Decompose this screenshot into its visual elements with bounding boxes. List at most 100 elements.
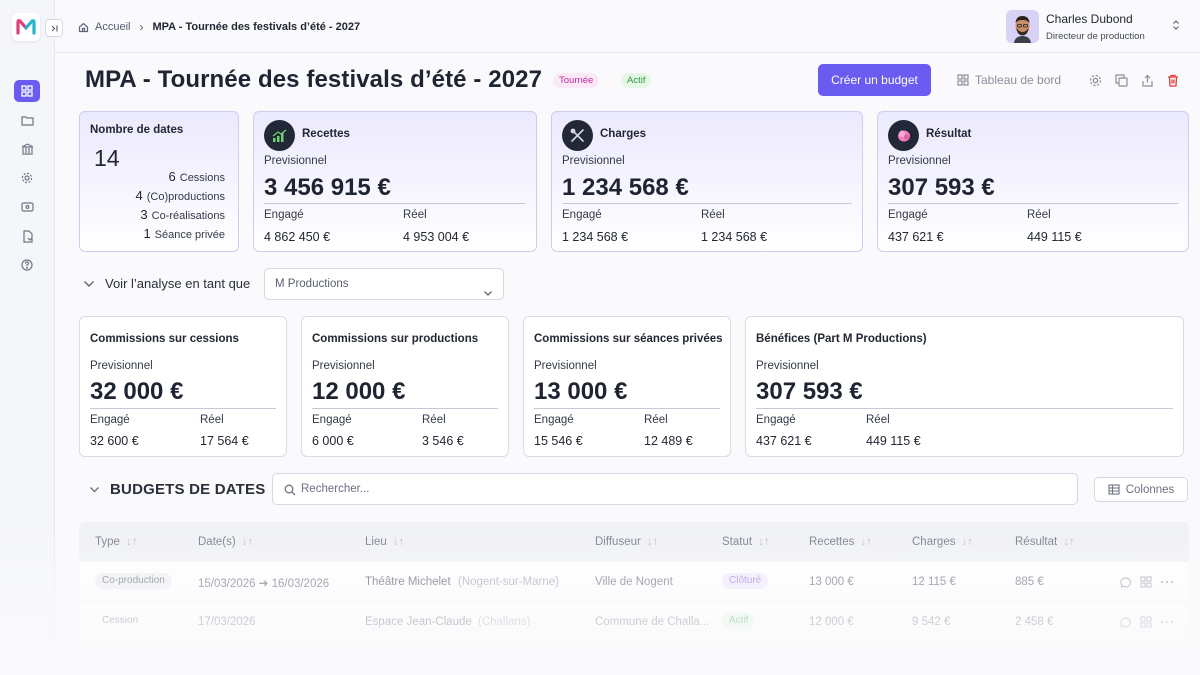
reel-label: Réel xyxy=(644,414,668,426)
dates-count-value: 4 xyxy=(135,188,143,203)
status-badge: Clôturé xyxy=(722,573,769,589)
avatar xyxy=(1006,10,1039,43)
column-header-statut[interactable]: Statut ↓↑ xyxy=(722,536,770,548)
cell-charges: 12 115 € xyxy=(912,576,956,588)
previsionnel-label: Previsionnel xyxy=(312,360,375,372)
column-header-lieu[interactable]: Lieu ↓↑ xyxy=(365,536,404,548)
delete-button[interactable] xyxy=(1165,72,1181,88)
grid-icon[interactable] xyxy=(1140,575,1152,593)
commission-reel-value: 12 489 € xyxy=(644,434,693,448)
nav-settings[interactable] xyxy=(14,167,40,189)
duplicate-button[interactable] xyxy=(1113,72,1129,88)
column-header-dates[interactable]: Date(s) ↓↑ xyxy=(198,536,253,548)
cell-lieu-city: (Nogent-sur-Marne) xyxy=(458,576,559,588)
charges-card: Charges Previsionnel 1 234 568 € Engagé … xyxy=(551,111,863,252)
column-header-type[interactable]: Type ↓↑ xyxy=(95,536,137,548)
nav-bank[interactable] xyxy=(14,138,40,160)
grid-icon[interactable] xyxy=(1140,615,1152,633)
page-title: MPA - Tournée des festivals d’été - 2027 xyxy=(85,66,543,93)
home-icon xyxy=(78,22,89,32)
commission-engage-value: 6 000 € xyxy=(312,434,354,448)
analysis-toggle[interactable]: Voir l’analyse en tant que xyxy=(83,276,250,291)
sort-icon: ↓↑ xyxy=(758,536,770,548)
column-header-resultat[interactable]: Résultat ↓↑ xyxy=(1015,536,1075,548)
user-menu[interactable]: Charles Dubond Directeur de production xyxy=(1006,10,1180,43)
settings-button[interactable] xyxy=(1087,72,1103,88)
nav-documents[interactable] xyxy=(14,225,40,247)
user-role: Directeur de production xyxy=(1046,30,1145,42)
recettes-engage-value: 4 862 450 € xyxy=(264,230,331,244)
engage-label: Engagé xyxy=(534,414,574,426)
export-button[interactable] xyxy=(1139,72,1155,88)
nav-tickets[interactable] xyxy=(14,196,40,218)
comment-icon[interactable] xyxy=(1120,615,1132,633)
reel-label: Réel xyxy=(866,414,890,426)
more-icon[interactable] xyxy=(1160,615,1174,633)
gear-icon xyxy=(21,172,33,184)
more-icon[interactable] xyxy=(1160,575,1174,593)
cell-resultat: 2 458 € xyxy=(1015,616,1054,628)
analysis-entity-select[interactable]: M Productions xyxy=(264,268,504,300)
sort-icon: ↓↑ xyxy=(392,536,405,548)
sort-icon: ↓↑ xyxy=(860,536,872,548)
table-row[interactable]: Co-production 15/03/2026 ➔ 16/03/2026 Th… xyxy=(79,562,1189,602)
benefices-reel-value: 449 115 € xyxy=(866,434,921,448)
recettes-previsionnel-value: 3 456 915 € xyxy=(264,174,391,201)
create-budget-button[interactable]: Créer un budget xyxy=(818,64,931,96)
columns-button[interactable]: Colonnes xyxy=(1094,477,1188,502)
previsionnel-label: Previsionnel xyxy=(534,360,597,372)
cell-diffuseur: Ville de Nogent xyxy=(595,576,673,588)
table-header: Type ↓↑ Date(s) ↓↑ Lieu ↓↑ Diffuseur ↓↑ Stat… xyxy=(79,522,1189,562)
divider xyxy=(756,408,1173,409)
chevron-updown-icon xyxy=(1172,18,1180,36)
engage-label: Engagé xyxy=(756,414,796,426)
divider xyxy=(534,408,720,409)
commission-reel-value: 17 564 € xyxy=(200,434,249,448)
column-header-label: Charges xyxy=(912,536,956,548)
column-header-charges[interactable]: Charges ↓↑ xyxy=(912,536,973,548)
share-icon xyxy=(1141,74,1153,87)
divider xyxy=(90,408,276,409)
breadcrumb: Accueil › MPA - Tournée des festivals d’… xyxy=(78,20,360,34)
previsionnel-label: Previsionnel xyxy=(888,155,951,167)
recettes-title: Recettes xyxy=(302,128,350,140)
breadcrumb-home[interactable]: Accueil xyxy=(78,21,130,33)
dashboard-link[interactable]: Tableau de bord xyxy=(957,73,1061,87)
collapse-icon xyxy=(51,25,58,31)
header-actions xyxy=(1087,72,1181,88)
benefices-card: Bénéfices (Part M Productions) Prevision… xyxy=(745,316,1184,457)
dates-count-row: 3 Co-réalisations xyxy=(136,205,225,224)
comment-icon[interactable] xyxy=(1120,575,1132,593)
benefices-previsionnel-value: 307 593 € xyxy=(756,378,863,405)
engage-label: Engagé xyxy=(264,209,304,221)
columns-icon xyxy=(1108,484,1120,495)
sort-icon: ↓↑ xyxy=(241,536,254,548)
nav-folders[interactable] xyxy=(14,109,40,131)
cell-recettes: 12 000 € xyxy=(809,616,854,628)
gear-icon xyxy=(1089,74,1101,86)
folder-icon xyxy=(20,115,34,126)
charges-reel-value: 1 234 568 € xyxy=(701,230,768,244)
cell-dates: 15/03/2026 ➔ 16/03/2026 xyxy=(198,578,330,590)
user-name: Charles Dubond xyxy=(1046,11,1133,26)
tag-tournee: Tournée xyxy=(553,73,600,88)
search-input[interactable] xyxy=(301,480,1061,498)
cell-resultat: 885 € xyxy=(1015,576,1044,588)
reel-label: Réel xyxy=(422,414,446,426)
previsionnel-label: Previsionnel xyxy=(264,155,327,167)
commission-card-seances-privees: Commissions sur séances privées Previsio… xyxy=(523,316,731,457)
divider xyxy=(312,408,498,409)
column-header-label: Statut xyxy=(722,536,753,548)
budgets-section-toggle[interactable]: BUDGETS DE DATES xyxy=(89,481,265,498)
nav-dashboard[interactable] xyxy=(14,80,40,102)
column-header-recettes[interactable]: Recettes ↓↑ xyxy=(809,536,872,548)
sidebar-collapse-button[interactable] xyxy=(45,19,63,37)
row-actions xyxy=(1120,615,1174,633)
engage-label: Engagé xyxy=(312,414,352,426)
dates-count-total: 14 xyxy=(94,145,120,171)
table-row[interactable]: Cession 17/03/2026 Espace Jean-Claude (C… xyxy=(79,602,1189,642)
column-header-diffuseur[interactable]: Diffuseur ↓↑ xyxy=(595,536,658,548)
nav-help[interactable] xyxy=(14,254,40,276)
app-logo[interactable] xyxy=(12,13,40,41)
divider xyxy=(888,203,1178,204)
